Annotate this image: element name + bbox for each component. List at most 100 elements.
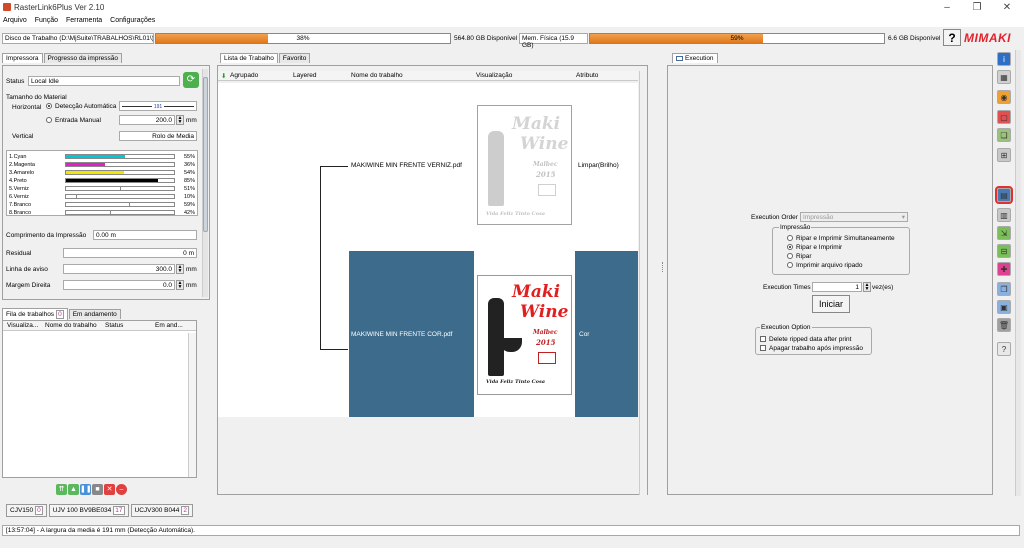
job-row-selected[interactable]: MAKIWINE MIN FRENTE COR.pdf Maki Wine Ma… bbox=[349, 251, 638, 417]
execution-times-spinner[interactable]: ▲ ▼ bbox=[863, 282, 871, 292]
log-bar: [13:57:04] - A largura da media é 191 mm… bbox=[2, 525, 1020, 536]
queue-tabs: Fila de trabalhos 0 Em andamento bbox=[2, 308, 210, 320]
margin-unit-label: mm bbox=[186, 282, 197, 289]
printer-tab[interactable]: UJV 100 BV9BE034 17 bbox=[48, 504, 129, 517]
manual-width-input[interactable]: 200.0 bbox=[119, 115, 175, 125]
save-icon[interactable]: ▣ bbox=[997, 300, 1011, 314]
tab-execution[interactable]: Execution bbox=[672, 53, 718, 63]
tab-em-andamento[interactable]: Em andamento bbox=[68, 309, 121, 319]
job-list-panel: ⬇ Agrupado Layered Nome do trabalho Visu… bbox=[217, 65, 648, 495]
job-row[interactable]: MAKIWINE MIN FRENTE VERNIZ.pdf Maki Wine… bbox=[349, 105, 638, 229]
queue-col-name[interactable]: Nome do trabalho bbox=[45, 322, 97, 329]
status-label: Status bbox=[6, 78, 25, 85]
menu-funcao[interactable]: Função bbox=[32, 16, 61, 25]
execution-mode-radio[interactable]: Imprimir arquivo ripado bbox=[787, 262, 895, 271]
printer-tab[interactable]: UCJV300 B044 2 bbox=[130, 504, 193, 517]
delete-ripped-label: Delete ripped data after print bbox=[769, 336, 852, 343]
tab-queue[interactable]: Fila de trabalhos 0 bbox=[2, 308, 68, 320]
copy-icon[interactable]: ❏ bbox=[997, 128, 1011, 142]
delete-job-checkbox[interactable]: Apagar trabalho após impressão bbox=[760, 345, 863, 352]
unit-label: mm bbox=[186, 117, 197, 124]
execution-mode-radio[interactable]: Ripar e Imprimir bbox=[787, 244, 895, 253]
window-title: RasterLink6Plus Ver 2.10 bbox=[14, 3, 105, 12]
queue-col-status[interactable]: Status bbox=[105, 322, 123, 329]
thumb-brand1: Maki bbox=[512, 114, 561, 134]
print-icon[interactable]: ▤ bbox=[995, 186, 1013, 204]
residual-field: 0 m bbox=[63, 248, 197, 258]
tab-job-list[interactable]: Lista de Trabalho bbox=[220, 53, 278, 63]
menu-ferramenta[interactable]: Ferramenta bbox=[63, 16, 105, 25]
execution-times-unit: vez(es) bbox=[872, 284, 894, 291]
menu-configuracoes[interactable]: Configurações bbox=[107, 16, 158, 25]
warning-line-input[interactable]: 300.0 bbox=[63, 264, 175, 274]
manual-entry-label: Entrada Manual bbox=[55, 117, 101, 124]
maximize-button[interactable]: ❐ bbox=[962, 0, 992, 16]
help-page-icon[interactable]: ? bbox=[997, 342, 1011, 356]
tab-progresso[interactable]: Progresso da impressão bbox=[43, 53, 122, 63]
col-job-name[interactable]: Nome do trabalho bbox=[351, 72, 403, 79]
job-list-body: MAKIWINE MIN FRENTE VERNIZ.pdf Maki Wine… bbox=[218, 83, 638, 417]
thumb-brand2: Wine bbox=[520, 134, 569, 154]
stop-icon[interactable]: ■ bbox=[92, 484, 103, 495]
manual-entry-radio[interactable]: Entrada Manual bbox=[46, 117, 101, 124]
delete-icon[interactable]: – bbox=[116, 484, 127, 495]
minimize-button[interactable]: – bbox=[932, 0, 962, 16]
thumb-seal bbox=[538, 184, 556, 196]
impressao-group-title: Impressão bbox=[779, 224, 812, 231]
scrollbar-thumb[interactable] bbox=[203, 77, 208, 232]
residual-label: Residual bbox=[6, 250, 32, 257]
pause-icon[interactable]: ❚❚ bbox=[80, 484, 92, 495]
color-icon[interactable]: ◉ bbox=[997, 90, 1011, 104]
job-name: MAKIWINE MIN FRENTE VERNIZ.pdf bbox=[351, 162, 462, 169]
color-picker-icon[interactable]: ✚ bbox=[997, 262, 1011, 276]
close-button[interactable]: ✕ bbox=[992, 0, 1022, 16]
crop-icon[interactable]: ▢ bbox=[997, 110, 1011, 124]
ink-level-bar bbox=[65, 170, 175, 175]
manual-width-spinner[interactable]: ▲ ▼ bbox=[176, 115, 184, 125]
col-agrupado[interactable]: Agrupado bbox=[230, 72, 258, 79]
merge-icon[interactable]: ⊟ bbox=[997, 244, 1011, 258]
queue-col-progress[interactable]: Em and... bbox=[155, 322, 183, 329]
tab-favorito[interactable]: Favorito bbox=[278, 53, 311, 63]
tab-impressora[interactable]: Impressora bbox=[2, 53, 43, 63]
arrange-icon[interactable]: ⊞ bbox=[997, 148, 1011, 162]
disk-free: 564.80 GB Disponível bbox=[454, 35, 518, 42]
printer-panel-scrollbar[interactable] bbox=[202, 69, 208, 297]
help-button[interactable]: ? bbox=[943, 29, 961, 46]
printer-tab[interactable]: CJV150 0 bbox=[6, 504, 47, 517]
execution-mode-radio[interactable]: Ripar e Imprimir Simultaneamente bbox=[787, 235, 895, 244]
execution-times-input[interactable]: 1 bbox=[812, 282, 862, 292]
col-attribute[interactable]: Atributo bbox=[576, 72, 598, 79]
delete-ripped-checkbox[interactable]: Delete ripped data after print bbox=[760, 336, 851, 343]
execution-order-select[interactable]: Impressão ▾ bbox=[800, 212, 908, 222]
move-top-icon[interactable]: ⇈ bbox=[56, 484, 67, 495]
thumb-brand2: Wine bbox=[520, 302, 569, 322]
duplicate-icon[interactable]: ❐ bbox=[997, 282, 1011, 296]
ink-percent: 42% bbox=[183, 209, 195, 216]
right-margin-input[interactable]: 0.0 bbox=[63, 280, 175, 290]
auto-detect-radio[interactable]: Detecção Automática bbox=[46, 103, 116, 110]
col-preview[interactable]: Visualização bbox=[476, 72, 512, 79]
cancel-icon[interactable]: ✕ bbox=[104, 484, 115, 495]
thumb-brand1: Maki bbox=[512, 282, 561, 302]
printer-job-count: 17 bbox=[113, 506, 125, 515]
printer-name: UCJV300 B044 bbox=[134, 507, 180, 514]
job-list-scrollbar[interactable] bbox=[639, 71, 647, 495]
tile-icon[interactable]: ▥ bbox=[997, 208, 1011, 222]
execution-mode-radio[interactable]: Ripar bbox=[787, 253, 895, 262]
warning-line-spinner[interactable]: ▲ ▼ bbox=[176, 264, 184, 274]
menu-arquivo[interactable]: Arquivo bbox=[0, 16, 30, 25]
right-margin-spinner[interactable]: ▲ ▼ bbox=[176, 280, 184, 290]
start-button[interactable]: Iniciar bbox=[812, 295, 850, 313]
splitter-handle[interactable] bbox=[662, 262, 665, 272]
toolbar-scrollbar[interactable] bbox=[1015, 50, 1021, 496]
scale-icon[interactable]: ⇲ bbox=[997, 226, 1011, 240]
move-up-icon[interactable]: ▲ bbox=[68, 484, 79, 495]
refresh-icon[interactable]: ⟳ bbox=[183, 72, 199, 88]
layout-icon[interactable]: ▦ bbox=[997, 70, 1011, 84]
trash-icon[interactable]: 🗑 bbox=[997, 318, 1011, 332]
info-icon[interactable]: i bbox=[997, 52, 1011, 66]
queue-scrollbar[interactable] bbox=[188, 333, 196, 477]
col-layered[interactable]: Layered bbox=[293, 72, 317, 79]
queue-col-preview[interactable]: Visualiza... bbox=[7, 322, 38, 329]
